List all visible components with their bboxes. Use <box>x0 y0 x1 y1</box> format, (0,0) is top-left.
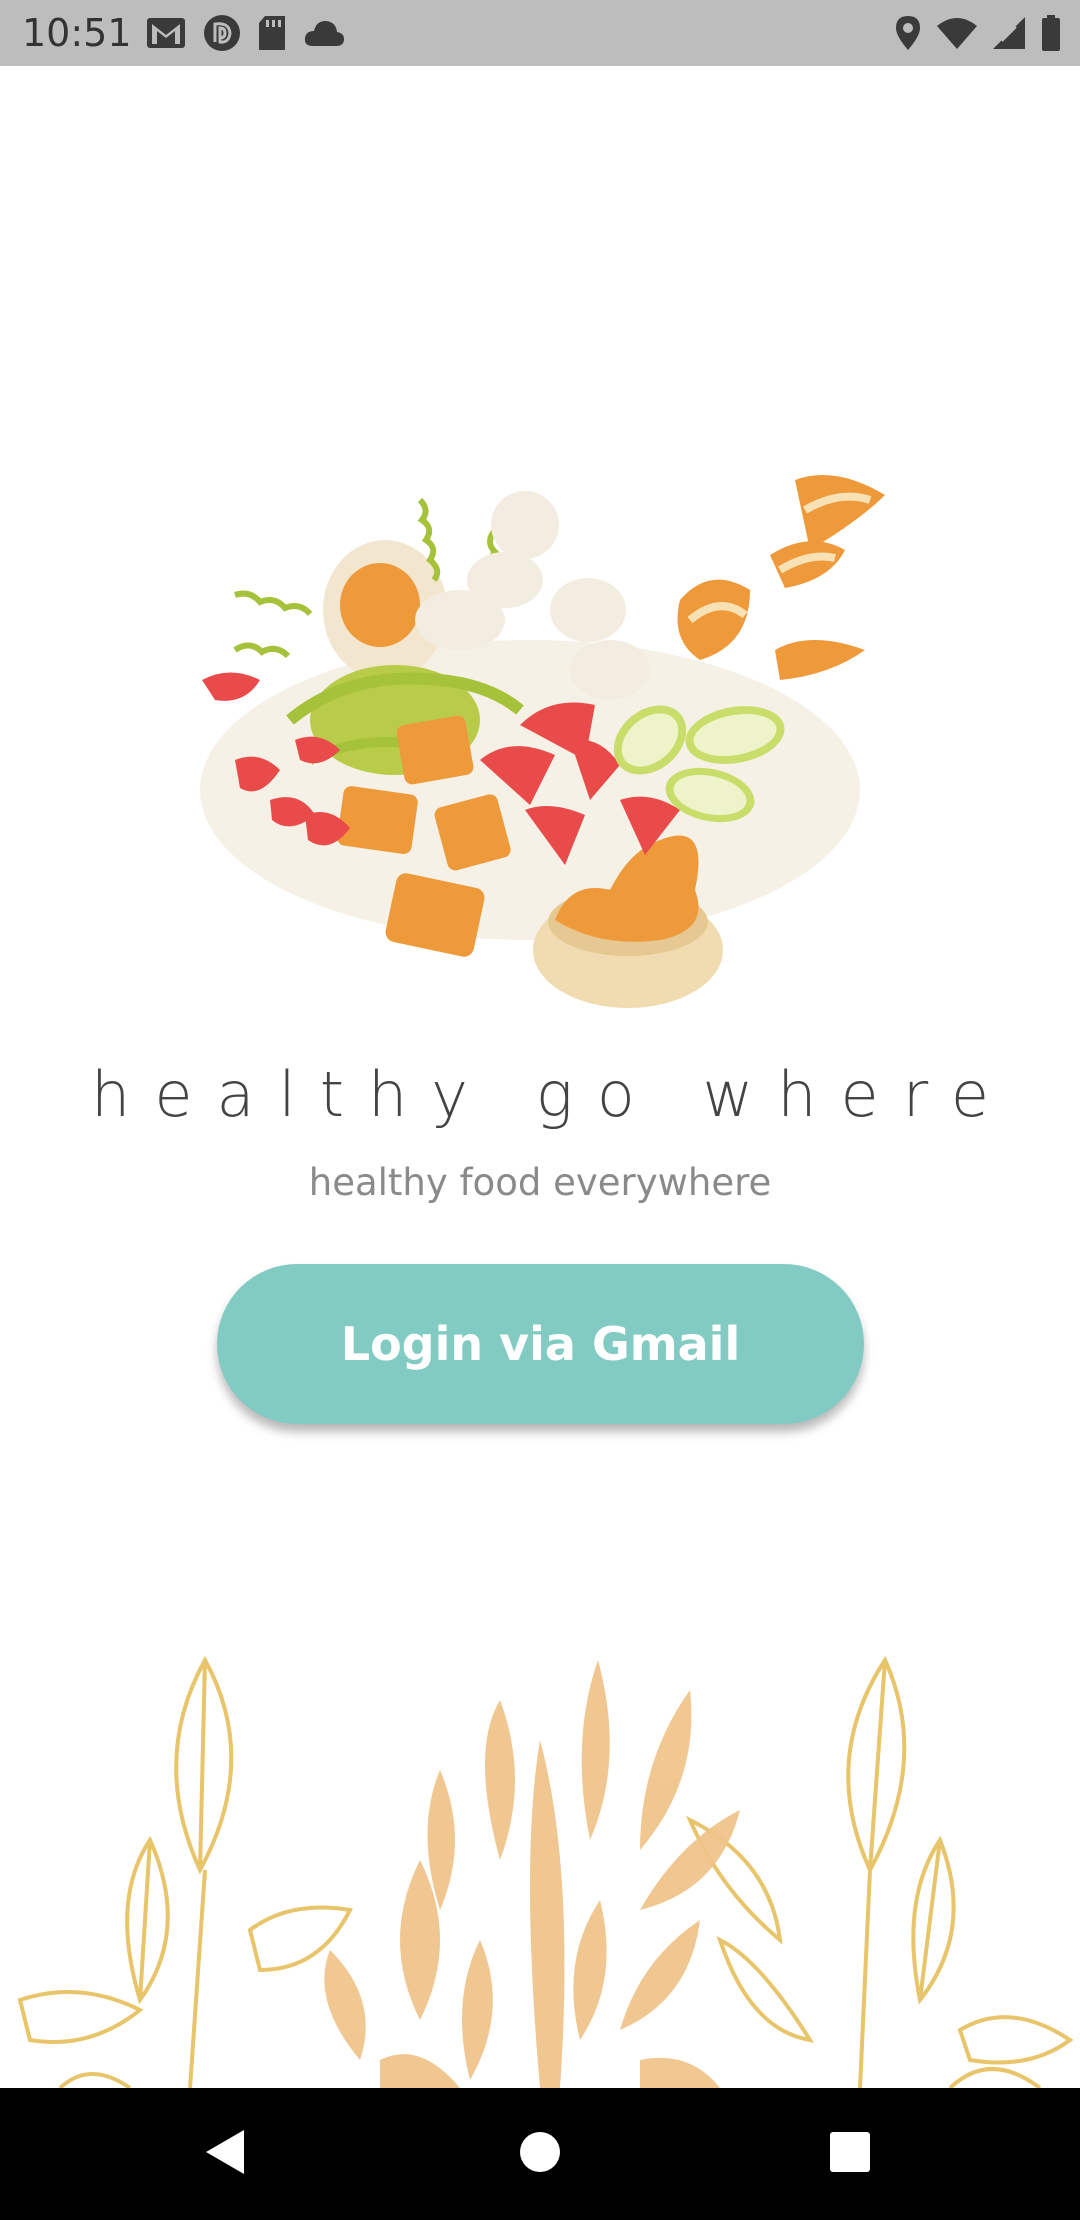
system-icons <box>894 12 1062 54</box>
wifi-icon <box>936 16 978 50</box>
battery-icon <box>1040 14 1062 52</box>
home-icon <box>518 2130 562 2179</box>
login-gmail-button[interactable]: Login via Gmail <box>217 1264 864 1424</box>
sd-card-icon <box>257 15 287 51</box>
notification-icons <box>145 12 345 54</box>
status-time: 10:51 <box>22 11 132 55</box>
app-title: healthy go where <box>91 1058 1013 1131</box>
back-button[interactable] <box>166 2088 286 2220</box>
salad-illustration <box>190 470 910 1010</box>
app-tagline: healthy food everywhere <box>308 1161 772 1204</box>
back-icon <box>204 2128 248 2181</box>
gmail-icon <box>145 16 187 50</box>
recents-button[interactable] <box>790 2088 910 2220</box>
botanical-decoration <box>0 1640 1080 2088</box>
home-button[interactable] <box>480 2088 600 2220</box>
signal-icon <box>992 16 1026 50</box>
navigation-bar <box>0 2088 1080 2220</box>
cloud-icon <box>303 18 345 48</box>
location-icon <box>894 14 922 52</box>
pocketcasts-icon <box>203 14 241 52</box>
status-bar: 10:51 <box>0 0 1080 66</box>
recents-icon <box>829 2131 871 2178</box>
